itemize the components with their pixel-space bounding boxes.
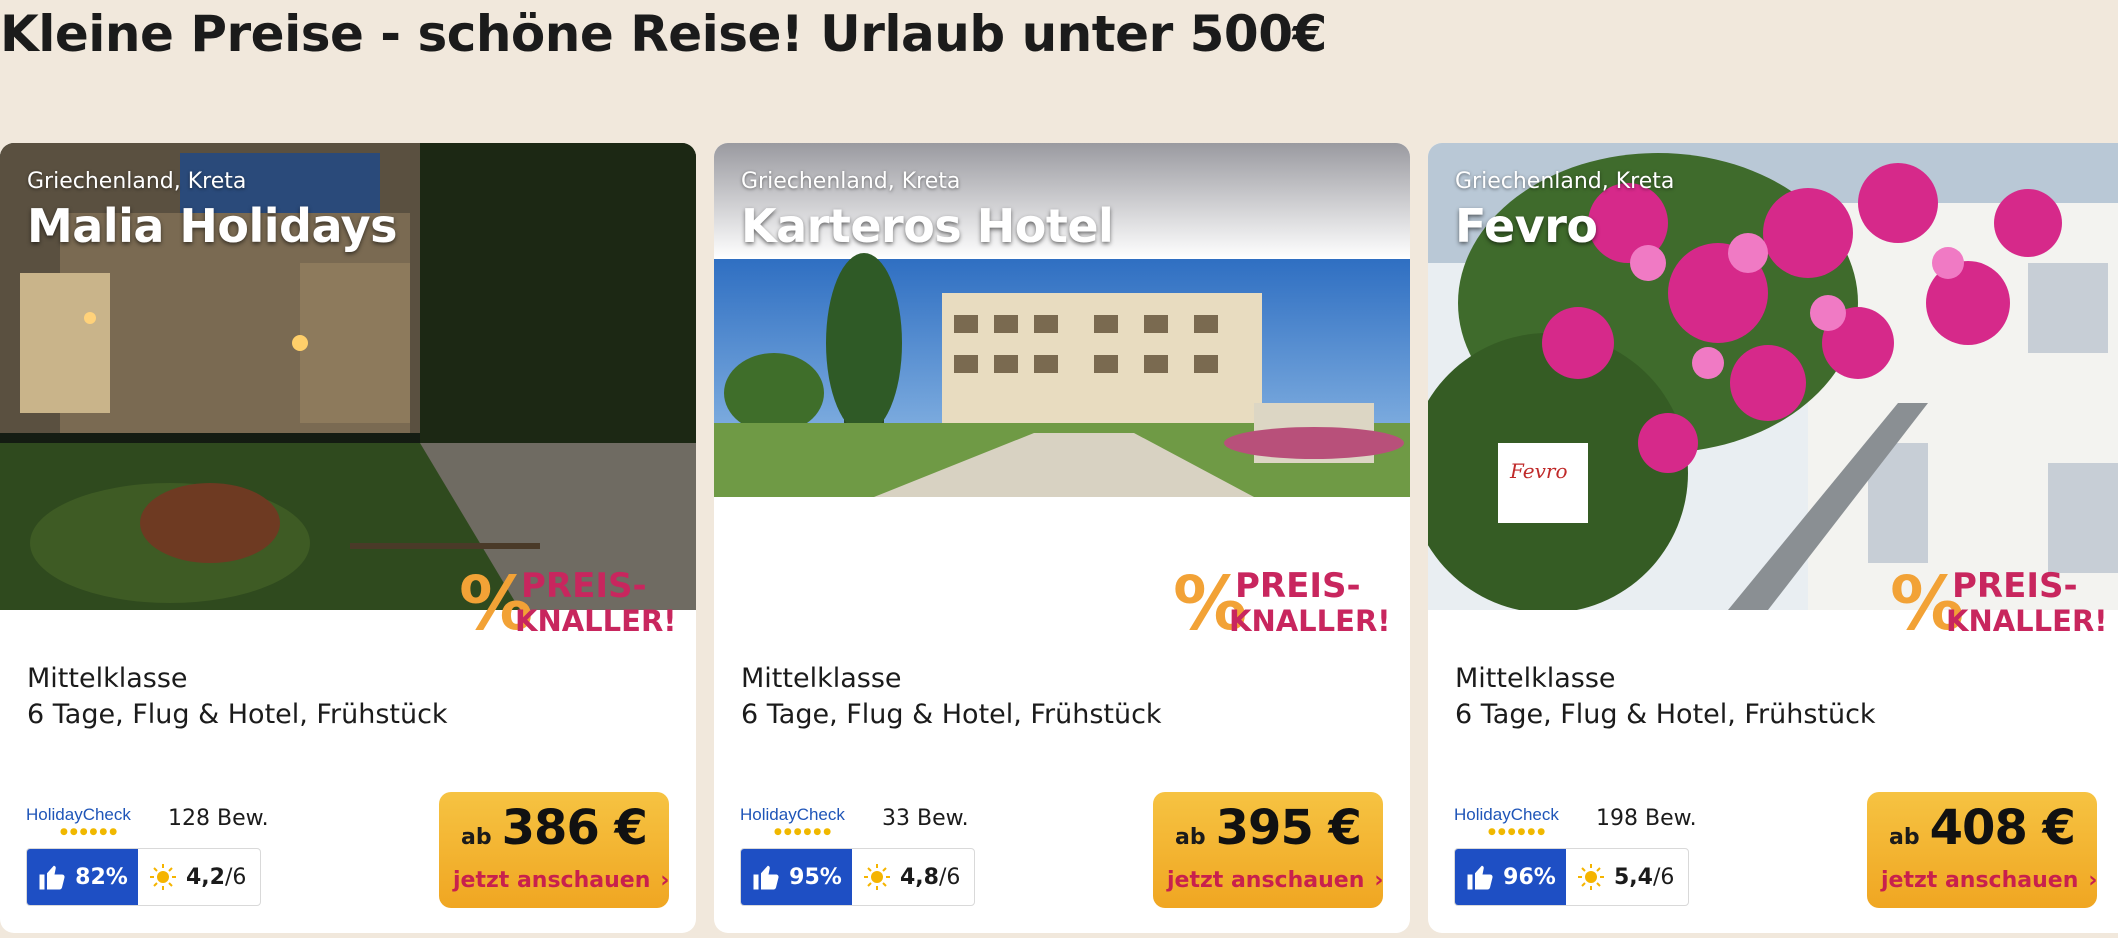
holidaycheck-logo: HolidayCheck	[740, 805, 845, 824]
chevron-right-icon: ›	[1374, 868, 1384, 893]
chevron-right-icon: ›	[2088, 868, 2098, 893]
rating-box: 96% 5,4/6	[1454, 848, 1690, 906]
price-prefix: ab	[1889, 825, 1920, 850]
recommendation-rate: 96%	[1455, 849, 1566, 905]
badge-line2: KNALLER!	[515, 604, 675, 638]
price-value: 395 €	[1215, 800, 1362, 856]
holidaycheck-dots-icon: ●●●●●●	[1488, 827, 1548, 837]
thumbs-up-icon	[1467, 865, 1493, 890]
review-count: 33 Bew.	[882, 806, 969, 831]
thumbs-up-icon	[753, 865, 779, 890]
hotel-location: Griechenland, Kreta	[27, 169, 247, 194]
recommendation-value: 95%	[789, 864, 842, 890]
hotel-location: Griechenland, Kreta	[741, 169, 961, 194]
page-title: Kleine Preise - schöne Reise! Urlaub unt…	[0, 5, 1327, 63]
rating-box: 95% 4,8/6	[740, 848, 976, 906]
offer-carousel: Griechenland, Kreta Malia Holidays % PRE…	[0, 143, 2118, 933]
hotel-category: Mittelklasse	[741, 663, 902, 694]
sun-icon	[864, 864, 890, 890]
sun-max: /6	[938, 864, 961, 890]
sun-max: /6	[224, 864, 247, 890]
preisknaller-badge: % PREIS- KNALLER!	[455, 561, 677, 647]
sun-rating: 4,8/6	[852, 849, 974, 905]
sun-score: 5,4	[1614, 864, 1653, 890]
sun-icon	[1578, 864, 1604, 890]
cta-label: jetzt anschauen	[453, 868, 651, 893]
holidaycheck-dots-icon: ●●●●●●	[60, 827, 120, 837]
cta-label: jetzt anschauen	[1881, 868, 2079, 893]
offer-card[interactable]: Griechenland, Kreta Karteros Hotel % PRE…	[714, 143, 1410, 933]
thumbs-up-icon	[39, 865, 65, 890]
review-count: 128 Bew.	[168, 806, 269, 831]
preisknaller-badge: % PREIS- KNALLER!	[1886, 561, 2108, 647]
cta-label: jetzt anschauen	[1167, 868, 1365, 893]
offer-card[interactable]: Fevro Griechenland, Kreta Fevro % PREIS-…	[1428, 143, 2118, 933]
holidaycheck-dots-icon: ●●●●●●	[774, 827, 834, 837]
trip-details: 6 Tage, Flug & Hotel, Frühstück	[741, 699, 1162, 730]
recommendation-rate: 95%	[741, 849, 852, 905]
holidaycheck-logo: HolidayCheck	[26, 805, 131, 824]
badge-line1: PREIS-	[521, 566, 647, 606]
preisknaller-badge: % PREIS- KNALLER!	[1169, 561, 1391, 647]
rating-box: 82% 4,2/6	[26, 848, 262, 906]
svg-text:Fevro: Fevro	[1509, 459, 1568, 483]
sun-icon	[150, 864, 176, 890]
price-prefix: ab	[461, 825, 492, 850]
hotel-category: Mittelklasse	[27, 663, 188, 694]
hotel-name[interactable]: Malia Holidays	[27, 199, 397, 253]
trip-details: 6 Tage, Flug & Hotel, Frühstück	[1455, 699, 1876, 730]
hotel-location: Griechenland, Kreta	[1455, 169, 1675, 194]
badge-line2: KNALLER!	[1946, 604, 2106, 638]
price-button[interactable]: ab 395 € jetzt anschauen ›	[1153, 792, 1383, 908]
badge-line2: KNALLER!	[1229, 604, 1389, 638]
hotel-name[interactable]: Fevro	[1455, 199, 1598, 253]
price-prefix: ab	[1175, 825, 1206, 850]
sun-max: /6	[1652, 864, 1675, 890]
review-count: 198 Bew.	[1596, 806, 1697, 831]
badge-line1: PREIS-	[1952, 566, 2078, 606]
recommendation-value: 82%	[75, 864, 128, 890]
price-value: 386 €	[501, 800, 648, 856]
recommendation-value: 96%	[1503, 864, 1556, 890]
hotel-category: Mittelklasse	[1455, 663, 1616, 694]
sun-score: 4,8	[900, 864, 939, 890]
price-button[interactable]: ab 408 € jetzt anschauen ›	[1867, 792, 2097, 908]
sun-score: 4,2	[186, 864, 225, 890]
sun-rating: 4,2/6	[138, 849, 260, 905]
trip-details: 6 Tage, Flug & Hotel, Frühstück	[27, 699, 448, 730]
price-button[interactable]: ab 386 € jetzt anschauen ›	[439, 792, 669, 908]
holidaycheck-logo: HolidayCheck	[1454, 805, 1559, 824]
badge-line1: PREIS-	[1235, 566, 1361, 606]
sun-rating: 5,4/6	[1566, 849, 1688, 905]
chevron-right-icon: ›	[660, 868, 670, 893]
hotel-name[interactable]: Karteros Hotel	[741, 199, 1114, 253]
recommendation-rate: 82%	[27, 849, 138, 905]
offer-card[interactable]: Griechenland, Kreta Malia Holidays % PRE…	[0, 143, 696, 933]
price-value: 408 €	[1929, 800, 2076, 856]
